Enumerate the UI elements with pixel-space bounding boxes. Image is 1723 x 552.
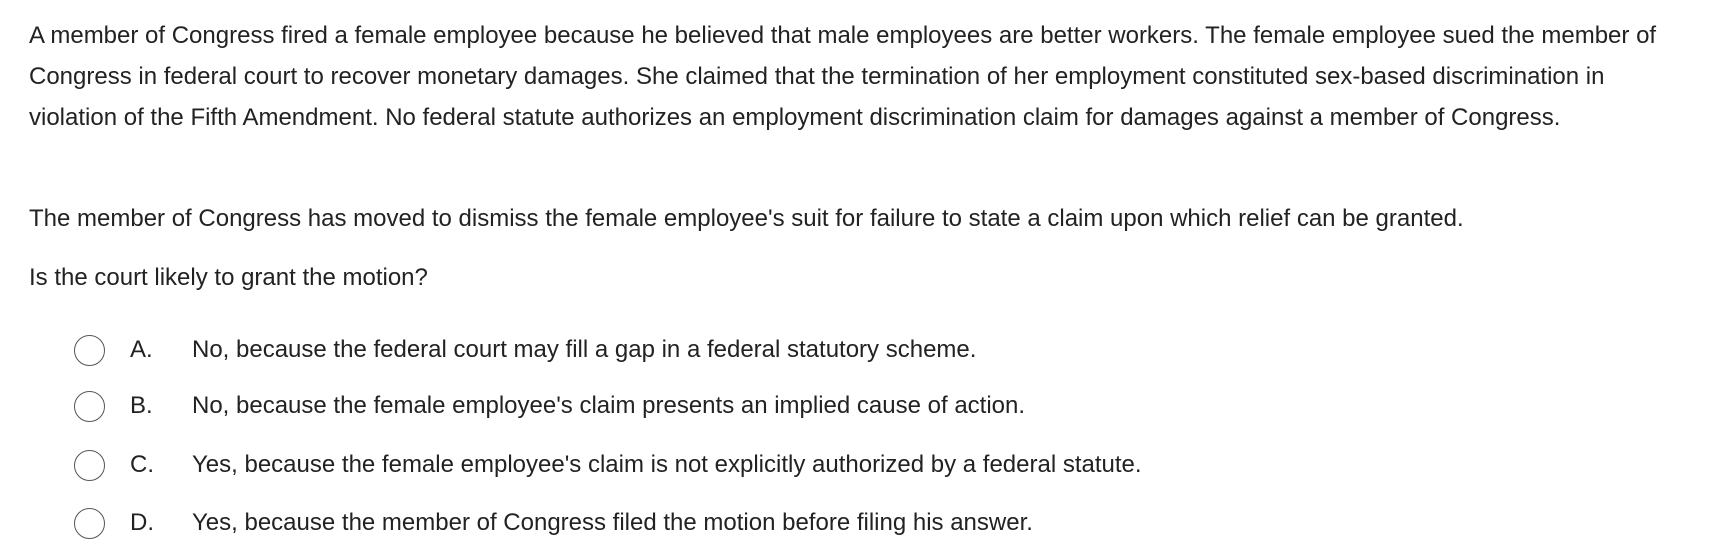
- choice-letter-d: D.: [130, 509, 154, 536]
- choice-text-a: No, because the federal court may fill a…: [192, 336, 977, 363]
- answer-choices: A. No, because the federal court may fil…: [0, 0, 1723, 552]
- radio-button-c[interactable]: [74, 449, 105, 481]
- answer-choice-b[interactable]: B. No, because the female employee's cla…: [74, 386, 1025, 426]
- question-container: A member of Congress fired a female empl…: [0, 0, 1723, 552]
- radio-button-b[interactable]: [74, 390, 105, 422]
- radio-button-a[interactable]: [74, 334, 105, 366]
- choice-letter-a: A.: [130, 336, 153, 363]
- radio-button-d[interactable]: [74, 507, 105, 539]
- choice-text-b: No, because the female employee's claim …: [192, 392, 1026, 419]
- choice-letter-c: C.: [130, 451, 154, 478]
- answer-choice-c[interactable]: C. Yes, because the female employee's cl…: [74, 445, 1142, 485]
- answer-choice-d[interactable]: D. Yes, because the member of Congress f…: [74, 503, 1033, 543]
- answer-choice-a[interactable]: A. No, because the federal court may fil…: [74, 330, 976, 370]
- choice-text-d: Yes, because the member of Congress file…: [192, 509, 1033, 536]
- choice-letter-b: B.: [130, 392, 153, 419]
- choice-text-c: Yes, because the female employee's claim…: [192, 451, 1142, 478]
